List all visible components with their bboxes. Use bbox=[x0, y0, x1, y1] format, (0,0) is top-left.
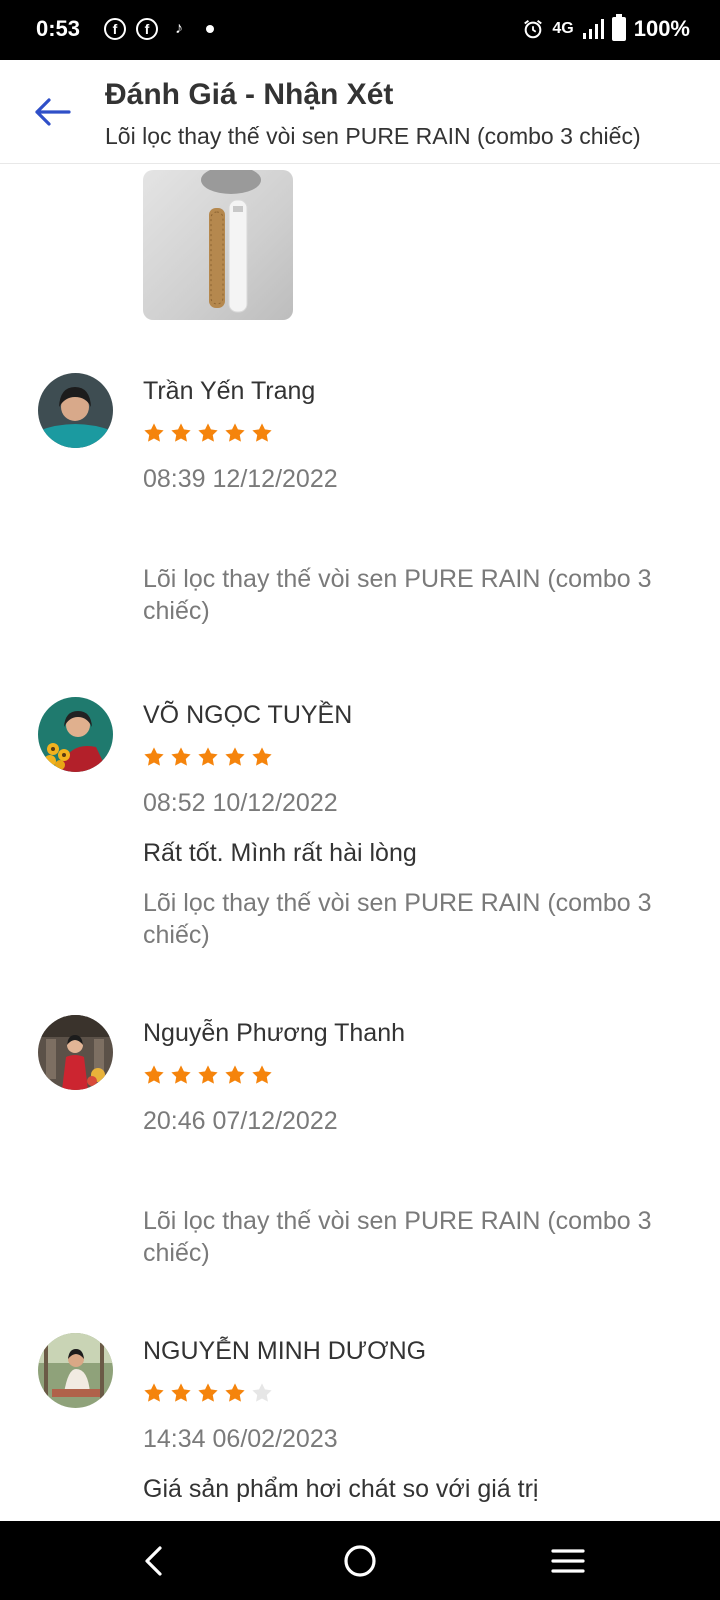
signal-icon bbox=[582, 19, 604, 39]
rating-stars bbox=[143, 746, 273, 768]
home-circle-icon bbox=[344, 1545, 376, 1577]
star-icon bbox=[198, 747, 218, 766]
review-date: 20:46 07/12/2022 bbox=[143, 1107, 338, 1135]
review-date: 08:52 10/12/2022 bbox=[143, 789, 338, 817]
review-text: Giá sản phẩm hơi chát so với giá trị bbox=[143, 1475, 539, 1503]
review-text: Rất tốt. Mình rất hài lòng bbox=[143, 839, 417, 867]
star-icon bbox=[252, 423, 272, 442]
facebook-icon: f bbox=[136, 18, 158, 40]
product-subtitle: Lõi lọc thay thế vòi sen PURE RAIN (comb… bbox=[105, 123, 641, 149]
star-icon bbox=[171, 423, 191, 442]
status-time: 0:53 bbox=[36, 16, 81, 41]
notification-icons: f f ♪ bbox=[104, 18, 214, 40]
review-date: 14:34 06/02/2023 bbox=[143, 1425, 338, 1453]
review-photo[interactable] bbox=[143, 170, 293, 320]
back-button[interactable] bbox=[28, 88, 76, 136]
nav-recents-button[interactable] bbox=[544, 1537, 592, 1585]
dot-icon bbox=[206, 25, 214, 33]
status-bar: 0:53 f f ♪ 4G 100% bbox=[0, 0, 720, 60]
nav-back-button[interactable] bbox=[130, 1537, 178, 1585]
arrow-left-icon bbox=[35, 98, 71, 126]
alarm-icon bbox=[524, 19, 543, 39]
star-icon bbox=[171, 1065, 191, 1084]
star-icon bbox=[144, 1065, 164, 1084]
reviewer-name: Nguyễn Phương Thanh bbox=[143, 1019, 406, 1047]
star-icon bbox=[144, 747, 164, 766]
facebook-icon: f bbox=[104, 18, 126, 40]
avatar[interactable] bbox=[38, 373, 113, 448]
reviewer-name: NGUYỄN MINH DƯƠNG bbox=[143, 1337, 427, 1365]
review-date: 08:39 12/12/2022 bbox=[143, 465, 338, 493]
avatar[interactable] bbox=[38, 1015, 113, 1090]
star-icon bbox=[198, 423, 218, 442]
battery-level: 100% bbox=[633, 16, 690, 41]
review-product-name: Lõi lọc thay thế vòi sen PURE RAIN (comb… bbox=[143, 1207, 652, 1267]
tiktok-icon: ♪ bbox=[175, 20, 183, 37]
star-icon bbox=[144, 423, 164, 442]
star-icon bbox=[144, 1383, 164, 1402]
review-product-name: Lõi lọc thay thế vòi sen PURE RAIN (comb… bbox=[143, 565, 652, 625]
status-right: 4G 100% bbox=[522, 14, 690, 42]
star-icon bbox=[225, 1065, 245, 1084]
chevron-left-icon bbox=[145, 1546, 162, 1576]
network-type: 4G bbox=[552, 20, 574, 37]
system-nav-bar bbox=[0, 1521, 720, 1600]
avatar[interactable] bbox=[38, 697, 113, 772]
star-icon bbox=[198, 1065, 218, 1084]
menu-lines-icon bbox=[551, 1549, 585, 1573]
reviewer-name: Trần Yến Trang bbox=[143, 377, 316, 405]
page-title: Đánh Giá - Nhận Xét bbox=[105, 78, 394, 111]
star-icon bbox=[171, 747, 191, 766]
reviews-list[interactable]: Trần Yến Trang 08:39 12/12/2022 Lõi lọc … bbox=[0, 165, 720, 1521]
rating-stars bbox=[143, 422, 273, 444]
app-header: Đánh Giá - Nhận Xét Lõi lọc thay thế vòi… bbox=[0, 60, 720, 164]
rating-stars bbox=[143, 1382, 273, 1404]
star-icon bbox=[252, 747, 272, 766]
nav-home-button[interactable] bbox=[336, 1537, 384, 1585]
avatar[interactable] bbox=[38, 1333, 113, 1408]
star-icon bbox=[252, 1065, 272, 1084]
reviewer-name: VÕ NGỌC TUYỀN bbox=[143, 701, 353, 729]
rating-stars bbox=[143, 1064, 273, 1086]
star-icon bbox=[225, 1383, 245, 1402]
review-product-name: Lõi lọc thay thế vòi sen PURE RAIN (comb… bbox=[143, 889, 652, 949]
star-empty-icon bbox=[252, 1383, 272, 1402]
star-icon bbox=[225, 747, 245, 766]
star-icon bbox=[225, 423, 245, 442]
battery-icon bbox=[611, 14, 626, 41]
star-icon bbox=[171, 1383, 191, 1402]
star-icon bbox=[198, 1383, 218, 1402]
